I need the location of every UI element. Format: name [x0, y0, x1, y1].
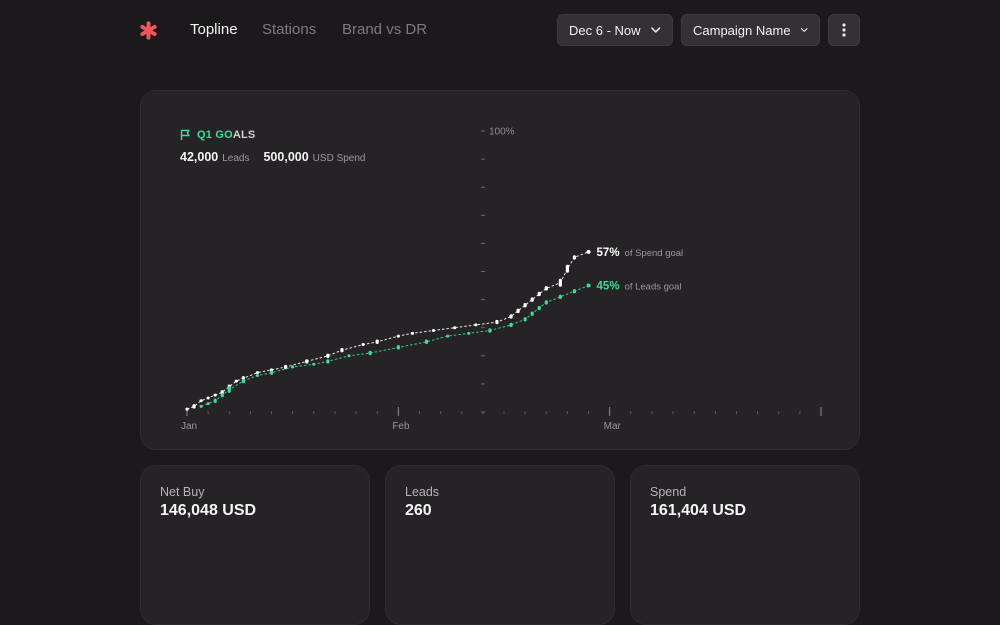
- spend-data-point: [544, 286, 548, 291]
- leads-data-point: [227, 386, 231, 393]
- leads-data-point: [220, 392, 224, 398]
- leads-end-point: [586, 283, 591, 288]
- metric-label: Leads: [405, 485, 440, 499]
- leads-data-point: [291, 365, 295, 369]
- spend-end-point: [586, 249, 591, 254]
- spend-data-point: [234, 379, 238, 383]
- spend-data-point: [213, 393, 217, 397]
- date-range-label: Dec 6 - Now: [569, 22, 641, 38]
- leads-data-point: [206, 402, 210, 406]
- x-axis-tick-label: Feb: [392, 421, 410, 432]
- spend-data-point: [516, 308, 520, 314]
- spend-end-label: 57%: [597, 247, 620, 259]
- metric-card-spend: Spend 161,404 USD: [630, 465, 860, 625]
- chevron-down-icon: [650, 27, 660, 33]
- chevron-down-icon: [800, 28, 808, 32]
- spend-end-caption: of Spend goal: [625, 248, 684, 259]
- leads-data-point: [523, 317, 527, 322]
- leads-data-point: [537, 305, 541, 311]
- more-options-button[interactable]: [828, 14, 860, 46]
- tab-topline[interactable]: Topline: [190, 21, 238, 39]
- spend-data-point: [410, 331, 415, 335]
- leads-data-point: [488, 328, 492, 333]
- metric-card-net-buy: Net Buy 146,048 USD: [140, 465, 370, 625]
- leads-data-point: [396, 345, 400, 350]
- spend-data-point: [530, 297, 534, 302]
- y-axis-top-label: 100%: [489, 127, 515, 138]
- x-axis-tick-label: Jan: [181, 421, 197, 432]
- spend-data-point: [206, 396, 210, 400]
- metric-value: 146,048 USD: [160, 502, 257, 519]
- spend-data-point: [509, 314, 513, 319]
- metric-label: Spend: [650, 485, 687, 499]
- leads-data-point: [269, 370, 274, 375]
- leads-data-point: [213, 398, 217, 403]
- x-axis-tick-label: Mar: [604, 421, 622, 432]
- leads-data-point: [312, 362, 316, 366]
- leads-data-point: [509, 322, 513, 328]
- top-navigation: Topline Stations Brand vs DR Dec 6 - Now…: [0, 0, 1000, 60]
- spend-data-point: [340, 347, 344, 353]
- spend-data-point: [453, 326, 457, 330]
- spend-data-point: [572, 255, 577, 260]
- leads-data-point: [199, 404, 203, 408]
- spend-data-point: [361, 343, 365, 347]
- leads-data-point: [446, 334, 450, 338]
- metric-value: 161,404 USD: [650, 502, 747, 519]
- leads-data-point: [241, 378, 245, 384]
- leads-series-line: [200, 285, 589, 407]
- leads-end-caption: of Leads goal: [625, 282, 682, 293]
- leads-data-point: [544, 300, 548, 305]
- spend-series-line: [186, 251, 589, 410]
- leads-data-point: [424, 339, 429, 344]
- date-range-dropdown[interactable]: Dec 6 - Now: [557, 14, 673, 46]
- spend-data-point: [431, 329, 436, 333]
- spend-data-point: [305, 359, 309, 364]
- spend-data-point: [255, 371, 260, 375]
- spend-data-point: [199, 399, 203, 403]
- spend-data-point: [375, 339, 379, 344]
- metric-value: 260: [405, 502, 432, 519]
- q1-goals-chart-card: Q1 GOALS 42,000 Leads 500,000 USD Spend …: [140, 90, 860, 450]
- vertical-ellipsis-icon: [842, 23, 846, 37]
- metric-card-leads: Leads 260: [385, 465, 615, 625]
- leads-end-label: 45%: [597, 281, 620, 293]
- spend-data-point: [326, 353, 330, 358]
- leads-data-point: [255, 373, 260, 377]
- leads-data-point: [467, 331, 471, 335]
- asterisk-logo-icon[interactable]: [139, 21, 158, 40]
- metric-label: Net Buy: [160, 485, 205, 499]
- goal-progress-chart: 100% Jan Feb Mar 57% of Spend goal 45% of Leads…: [181, 127, 822, 432]
- leads-data-point: [347, 354, 351, 358]
- leads-data-point: [326, 359, 330, 364]
- spend-data-point: [474, 323, 478, 327]
- spend-data-point: [565, 264, 569, 273]
- campaign-label: Campaign Name: [693, 22, 791, 38]
- spend-data-point: [523, 303, 527, 308]
- spend-data-point: [192, 404, 196, 409]
- tab-stations[interactable]: Stations: [262, 21, 316, 39]
- spend-data-point: [396, 334, 400, 338]
- leads-data-point: [368, 350, 372, 356]
- spend-data-point: [537, 291, 541, 297]
- spend-data-point: [495, 319, 499, 325]
- campaign-dropdown[interactable]: Campaign Name: [681, 14, 820, 46]
- leads-data-point: [530, 311, 534, 316]
- tab-brand-vs-dr[interactable]: Brand vs DR: [342, 21, 427, 39]
- spend-data-point: [185, 407, 189, 411]
- leads-data-point: [558, 294, 562, 299]
- leads-data-point: [572, 288, 577, 294]
- spend-data-point: [558, 278, 562, 287]
